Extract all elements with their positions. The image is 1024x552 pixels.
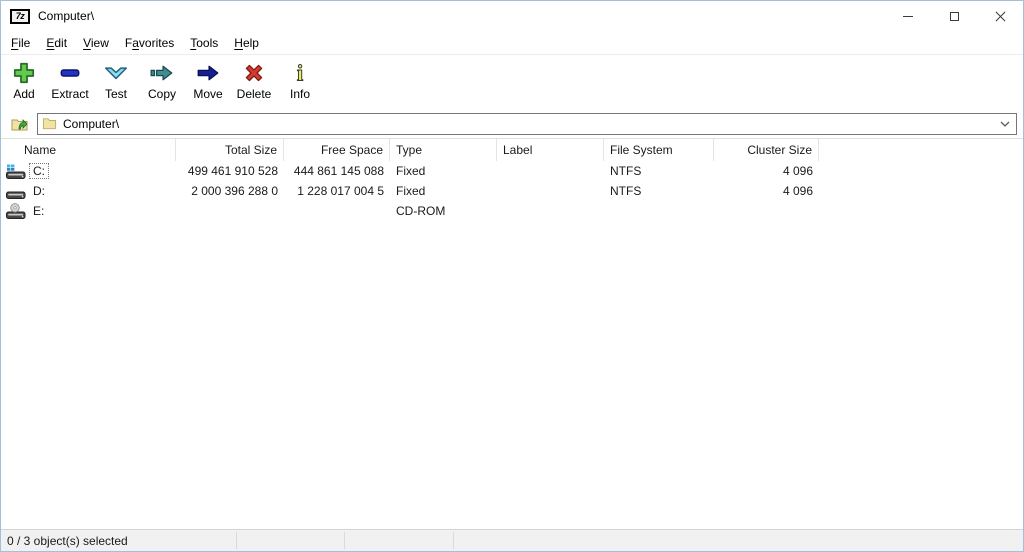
delete-x-icon xyxy=(241,60,267,86)
title-bar: 7z Computer\ xyxy=(1,1,1023,31)
menu-tools[interactable]: Tools xyxy=(182,33,226,53)
column-header-filler xyxy=(819,139,1023,161)
drive-label: D: xyxy=(29,183,49,199)
column-header-free-space[interactable]: Free Space xyxy=(284,139,390,161)
table-row-drive-e[interactable]: E: CD-ROM xyxy=(1,201,1023,221)
maximize-icon xyxy=(950,12,959,21)
app-window: 7z Computer\ File Edit View Favorites To… xyxy=(0,0,1024,552)
minimize-button[interactable] xyxy=(885,1,931,31)
move-button[interactable]: Move xyxy=(185,58,231,101)
file-system-cell: NTFS xyxy=(604,164,714,178)
window-controls xyxy=(885,1,1023,31)
column-header-name[interactable]: Name xyxy=(1,139,176,161)
close-button[interactable] xyxy=(977,1,1023,31)
test-check-icon xyxy=(103,60,129,86)
drive-label: E: xyxy=(29,203,48,219)
add-plus-icon xyxy=(11,60,37,86)
window-title: Computer\ xyxy=(38,9,94,23)
maximize-button[interactable] xyxy=(931,1,977,31)
toolbar: Add Extract Test Copy Move Delete i Info xyxy=(1,55,1023,109)
drive-name-cell[interactable]: C: xyxy=(1,163,176,180)
table-row-drive-c[interactable]: C: 499 461 910 528 444 861 145 088 Fixed… xyxy=(1,161,1023,181)
list-header: Name Total Size Free Space Type Label Fi… xyxy=(1,139,1023,161)
menu-bar: File Edit View Favorites Tools Help xyxy=(1,31,1023,55)
close-icon xyxy=(995,11,1006,22)
total-size-cell: 499 461 910 528 xyxy=(176,164,284,178)
extract-minus-icon xyxy=(57,60,83,86)
copy-label: Copy xyxy=(148,87,176,101)
app-icon: 7z xyxy=(10,9,30,24)
menu-favorites[interactable]: Favorites xyxy=(117,33,182,53)
menu-file[interactable]: File xyxy=(3,33,38,53)
copy-button[interactable]: Copy xyxy=(139,58,185,101)
info-button[interactable]: i Info xyxy=(277,58,323,101)
type-cell: CD-ROM xyxy=(390,204,497,218)
menu-view[interactable]: View xyxy=(75,33,117,53)
info-i-icon: i xyxy=(287,60,313,86)
folder-icon xyxy=(42,116,57,131)
parent-folder-icon xyxy=(10,114,30,134)
address-bar: Computer\ xyxy=(1,109,1023,139)
cdrom-drive-icon xyxy=(6,203,26,220)
info-label: Info xyxy=(290,87,310,101)
selection-status: 0 / 3 object(s) selected xyxy=(7,534,128,548)
column-header-cluster-size[interactable]: Cluster Size xyxy=(714,139,819,161)
cluster-size-cell: 4 096 xyxy=(714,184,819,198)
test-button[interactable]: Test xyxy=(93,58,139,101)
svg-text:i: i xyxy=(297,61,303,86)
free-space-cell: 1 228 017 004 5 xyxy=(284,184,390,198)
delete-button[interactable]: Delete xyxy=(231,58,277,101)
parent-folder-button[interactable] xyxy=(7,112,33,136)
test-label: Test xyxy=(105,87,127,101)
cluster-size-cell: 4 096 xyxy=(714,164,819,178)
drive-label: C: xyxy=(29,163,49,179)
type-cell: Fixed xyxy=(390,164,497,178)
status-divider xyxy=(236,532,237,549)
menu-edit[interactable]: Edit xyxy=(38,33,75,53)
drive-name-cell[interactable]: D: xyxy=(1,183,176,200)
menu-help[interactable]: Help xyxy=(226,33,267,53)
add-button[interactable]: Add xyxy=(1,58,47,101)
minimize-icon xyxy=(903,16,913,17)
drive-name-cell[interactable]: E: xyxy=(1,203,176,220)
extract-button[interactable]: Extract xyxy=(47,58,93,101)
add-label: Add xyxy=(13,87,34,101)
copy-arrow-icon xyxy=(149,60,175,86)
column-header-file-system[interactable]: File System xyxy=(604,139,714,161)
delete-label: Delete xyxy=(237,87,272,101)
free-space-cell: 444 861 145 088 xyxy=(284,164,390,178)
status-bar: 0 / 3 object(s) selected xyxy=(1,529,1023,551)
table-row-drive-d[interactable]: D: 2 000 396 288 0 1 228 017 004 5 Fixed… xyxy=(1,181,1023,201)
column-header-total-size[interactable]: Total Size xyxy=(176,139,284,161)
file-list-panel: Name Total Size Free Space Type Label Fi… xyxy=(1,139,1023,529)
address-path: Computer\ xyxy=(63,117,119,131)
type-cell: Fixed xyxy=(390,184,497,198)
status-divider xyxy=(344,532,345,549)
address-combobox[interactable]: Computer\ xyxy=(37,113,1017,135)
move-arrow-icon xyxy=(195,60,221,86)
chevron-down-icon[interactable] xyxy=(994,114,1016,134)
move-label: Move xyxy=(193,87,222,101)
system-drive-icon xyxy=(6,163,26,180)
column-header-label[interactable]: Label xyxy=(497,139,604,161)
total-size-cell: 2 000 396 288 0 xyxy=(176,184,284,198)
column-header-type[interactable]: Type xyxy=(390,139,497,161)
extract-label: Extract xyxy=(51,87,88,101)
status-divider xyxy=(453,532,454,549)
hard-drive-icon xyxy=(6,183,26,200)
file-system-cell: NTFS xyxy=(604,184,714,198)
